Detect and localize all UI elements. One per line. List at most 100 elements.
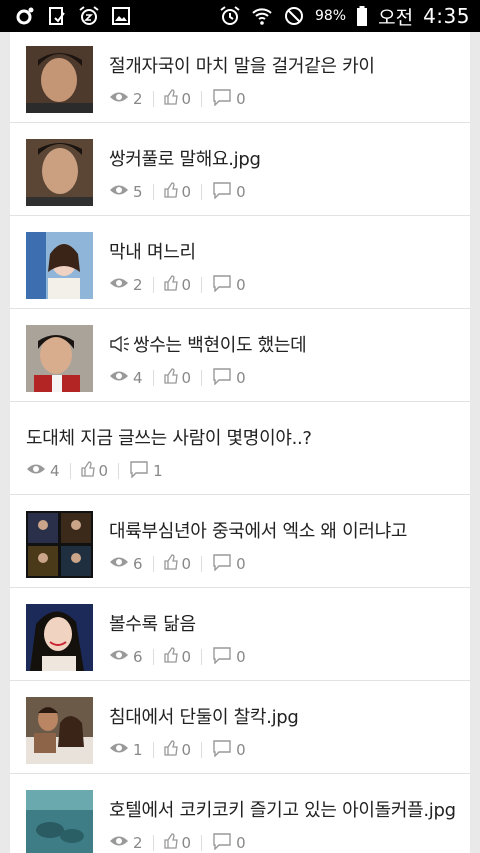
thumbs-up-icon[interactable] — [163, 554, 178, 574]
view-count: 5 — [133, 183, 143, 201]
list-item[interactable]: 절개자국이 마치 말을 걸거같은 카이 2 0 0 — [10, 32, 470, 123]
post-title[interactable]: 막내 며느리 — [109, 238, 462, 264]
divider — [152, 742, 154, 758]
like-count: 0 — [181, 276, 192, 294]
divider — [201, 370, 203, 386]
thumbs-up-icon[interactable] — [163, 647, 178, 667]
post-title[interactable]: 쌍커풀로 말해요.jpg — [109, 145, 462, 171]
comment-icon[interactable] — [212, 88, 232, 110]
divider — [118, 463, 120, 479]
post-title[interactable]: 도대체 지금 글쓰는 사람이 몇명이야..? — [26, 424, 462, 450]
list-item[interactable]: 쌍커풀로 말해요.jpg 5 0 0 — [10, 123, 470, 216]
comment-icon[interactable] — [212, 274, 232, 296]
comment-count: 1 — [153, 462, 163, 480]
post-thumbnail[interactable] — [26, 325, 93, 392]
clipboard-check-icon — [46, 5, 68, 27]
post-meta: 6 0 0 — [109, 646, 246, 668]
eye-icon — [109, 741, 129, 759]
list-item[interactable]: 도대체 지금 글쓰는 사람이 몇명이야..? 4 0 1 — [10, 402, 470, 495]
post-title[interactable]: 절개자국이 마치 말을 걸거같은 카이 — [109, 52, 462, 78]
post-title[interactable]: 호텔에서 코키코키 즐기고 있는 아이돌커플.jpg — [109, 796, 462, 822]
post-list[interactable]: 절개자국이 마치 말을 걸거같은 카이 2 0 0 쌍커풀로 말해요.jpg 5… — [10, 32, 470, 853]
post-meta: 6 0 0 — [109, 553, 246, 575]
view-count: 4 — [133, 369, 143, 387]
post-title[interactable]: 볼수록 닮음 — [109, 610, 462, 636]
eye-icon — [109, 90, 129, 108]
post-thumbnail[interactable] — [26, 511, 93, 578]
comment-icon[interactable] — [212, 553, 232, 575]
status-bar-right: 98% 오전 4:35 — [219, 3, 470, 30]
view-count: 1 — [133, 741, 143, 759]
view-count: 2 — [133, 834, 143, 852]
list-item[interactable]: 호텔에서 코키코키 즐기고 있는 아이돌커플.jpg 2 0 0 — [10, 774, 470, 853]
thumbs-up-icon[interactable] — [163, 182, 178, 202]
status-bar: 98% 오전 4:35 — [0, 0, 480, 32]
post-thumbnail[interactable] — [26, 790, 93, 853]
view-count: 6 — [133, 648, 143, 666]
thumbs-up-icon[interactable] — [80, 461, 95, 481]
thumbs-up-icon[interactable] — [163, 740, 178, 760]
divider — [152, 91, 154, 107]
list-item[interactable]: 쌍수는 백현이도 했는데 4 0 0 — [10, 309, 470, 402]
comment-icon[interactable] — [212, 646, 232, 668]
eye-icon — [109, 648, 129, 666]
post-thumbnail[interactable] — [26, 139, 93, 206]
divider — [201, 277, 203, 293]
post-thumbnail[interactable] — [26, 697, 93, 764]
comment-count: 0 — [236, 369, 246, 387]
like-count: 0 — [181, 555, 192, 573]
list-item[interactable]: 볼수록 닮음 6 0 0 — [10, 588, 470, 681]
thumbs-up-icon[interactable] — [163, 368, 178, 388]
post-title[interactable]: 침대에서 단둘이 찰칵.jpg — [109, 703, 462, 729]
divider — [152, 184, 154, 200]
speaker-icon — [109, 335, 131, 358]
record-icon — [14, 5, 36, 27]
no-disturb-icon — [283, 5, 305, 27]
battery-icon — [356, 5, 368, 27]
comment-count: 0 — [236, 555, 246, 573]
post-meta: 2 0 0 — [109, 88, 246, 110]
comment-icon[interactable] — [212, 739, 232, 761]
divider — [201, 184, 203, 200]
comment-count: 0 — [236, 90, 246, 108]
divider — [201, 556, 203, 572]
comment-count: 0 — [236, 834, 246, 852]
comment-icon[interactable] — [212, 832, 232, 853]
thumbs-up-icon[interactable] — [163, 89, 178, 109]
thumbs-up-icon[interactable] — [163, 833, 178, 853]
list-item[interactable]: 막내 며느리 2 0 0 — [10, 216, 470, 309]
list-item[interactable]: 대륙부심년아 중국에서 엑소 왜 이러냐고 6 0 0 — [10, 495, 470, 588]
post-title[interactable]: 대륙부심년아 중국에서 엑소 왜 이러냐고 — [109, 517, 462, 543]
comment-icon[interactable] — [212, 181, 232, 203]
like-count: 0 — [181, 648, 192, 666]
like-count: 0 — [181, 741, 192, 759]
divider — [69, 463, 71, 479]
list-item[interactable]: 침대에서 단둘이 찰칵.jpg 1 0 0 — [10, 681, 470, 774]
eye-icon — [109, 183, 129, 201]
divider — [152, 277, 154, 293]
eye-icon — [109, 555, 129, 573]
time-ampm: 오전 — [378, 6, 414, 29]
post-title[interactable]: 쌍수는 백현이도 했는데 — [109, 331, 462, 358]
comment-icon[interactable] — [212, 367, 232, 389]
comment-count: 0 — [236, 741, 246, 759]
like-count: 0 — [181, 90, 192, 108]
divider — [152, 370, 154, 386]
post-thumbnail[interactable] — [26, 46, 93, 113]
post-thumbnail[interactable] — [26, 232, 93, 299]
post-thumbnail[interactable] — [26, 604, 93, 671]
like-count: 0 — [181, 369, 192, 387]
divider — [201, 91, 203, 107]
like-count: 0 — [181, 183, 192, 201]
like-count: 0 — [98, 462, 109, 480]
view-count: 2 — [133, 276, 143, 294]
clock-time: 4:35 — [423, 4, 470, 28]
post-meta: 2 0 0 — [109, 832, 246, 853]
thumbs-up-icon[interactable] — [163, 275, 178, 295]
comment-icon[interactable] — [129, 460, 149, 482]
comment-count: 0 — [236, 276, 246, 294]
eye-icon — [109, 276, 129, 294]
alarm-icon — [219, 5, 241, 27]
divider — [201, 649, 203, 665]
status-bar-left — [14, 5, 132, 27]
